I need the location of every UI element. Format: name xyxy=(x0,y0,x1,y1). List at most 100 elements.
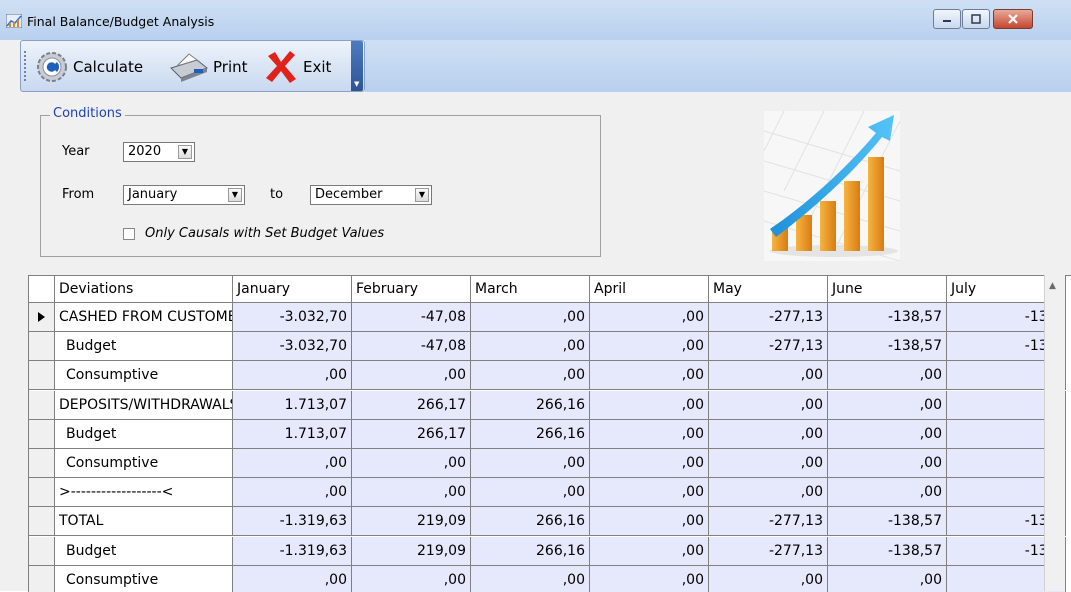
table-row[interactable]: Budget -1.319,63 219,09 266,16,00 -277,13 -13… xyxy=(29,536,1066,566)
table-row[interactable]: DEPOSITS/WITHDRAWALS 1.713,07 266,17 266,16… xyxy=(29,390,1066,420)
row-indicator[interactable] xyxy=(29,419,55,449)
value-cell[interactable]: 266,17 xyxy=(352,390,471,420)
minimize-button[interactable] xyxy=(933,9,961,29)
value-cell[interactable]: ,00 xyxy=(590,390,709,420)
value-cell[interactable]: ,00 xyxy=(352,361,471,391)
value-cell[interactable]: ,00 xyxy=(352,449,471,478)
value-cell[interactable]: ,00 xyxy=(709,478,828,508)
value-cell[interactable]: ,00 xyxy=(352,478,471,508)
deviation-name-cell[interactable]: Consumptive xyxy=(55,565,233,592)
value-cell[interactable]: ,00 xyxy=(709,361,828,391)
value-cell[interactable]: ,00 xyxy=(709,390,828,420)
value-cell[interactable]: 266,16 xyxy=(471,536,590,566)
value-cell[interactable]: ,00 xyxy=(828,419,947,449)
title-bar[interactable]: Final Balance/Budget Analysis xyxy=(0,0,1071,40)
table-row[interactable]: >------------------<,00,00,00,00,00,00, xyxy=(29,478,1066,508)
value-cell[interactable]: ,00 xyxy=(471,361,590,391)
chevron-down-icon[interactable]: ▼ xyxy=(228,188,242,202)
row-indicator[interactable] xyxy=(29,478,55,508)
only-causals-checkbox[interactable] xyxy=(123,228,135,240)
row-indicator[interactable] xyxy=(29,536,55,566)
from-month-select[interactable]: January ▼ xyxy=(123,185,245,205)
table-row[interactable]: Consumptive,00,00,00,00,00,00, xyxy=(29,565,1066,592)
column-header-march[interactable]: March xyxy=(471,276,590,303)
value-cell[interactable]: 266,16 xyxy=(471,419,590,449)
table-row[interactable]: Budget -3.032,70 -47,08,00,00 -277,13 -138,5… xyxy=(29,332,1066,362)
value-cell[interactable]: ,00 xyxy=(590,478,709,508)
deviation-name-cell[interactable]: DEPOSITS/WITHDRAWALS xyxy=(55,390,233,420)
value-cell[interactable]: ,00 xyxy=(471,565,590,592)
value-cell[interactable]: ,00 xyxy=(709,449,828,478)
row-indicator[interactable] xyxy=(29,303,55,332)
value-cell[interactable]: ,00 xyxy=(233,361,352,391)
row-indicator[interactable] xyxy=(29,449,55,478)
value-cell[interactable]: 219,09 xyxy=(352,507,471,537)
value-cell[interactable]: ,00 xyxy=(590,303,709,332)
table-row[interactable]: Consumptive,00,00,00,00,00,00, xyxy=(29,449,1066,478)
to-month-select[interactable]: December ▼ xyxy=(310,185,432,205)
calculate-button[interactable]: Calculate xyxy=(35,41,143,93)
value-cell[interactable]: 266,17 xyxy=(352,419,471,449)
vertical-scrollbar[interactable]: ▲ xyxy=(1044,275,1065,591)
deviation-name-cell[interactable]: Budget xyxy=(55,536,233,566)
column-header-may[interactable]: May xyxy=(709,276,828,303)
value-cell[interactable]: ,00 xyxy=(233,478,352,508)
column-header-june[interactable]: June xyxy=(828,276,947,303)
column-header-january[interactable]: January xyxy=(233,276,352,303)
value-cell[interactable]: ,00 xyxy=(590,565,709,592)
value-cell[interactable]: -138,57 xyxy=(828,536,947,566)
value-cell[interactable]: ,00 xyxy=(590,536,709,566)
scroll-up-icon[interactable]: ▲ xyxy=(1049,281,1056,291)
value-cell[interactable]: -3.032,70 xyxy=(233,303,352,332)
close-button[interactable] xyxy=(993,9,1033,29)
column-header-february[interactable]: February xyxy=(352,276,471,303)
row-indicator[interactable] xyxy=(29,361,55,391)
toolbar-overflow-button[interactable]: ▼ xyxy=(351,41,363,91)
value-cell[interactable]: -277,13 xyxy=(709,303,828,332)
value-cell[interactable]: ,00 xyxy=(590,332,709,362)
deviation-name-cell[interactable]: >------------------< xyxy=(55,478,233,508)
chevron-down-icon[interactable]: ▼ xyxy=(415,188,429,202)
table-row[interactable]: TOTAL -1.319,63 219,09 266,16,00 -277,13 -138… xyxy=(29,507,1066,537)
deviation-name-cell[interactable]: Consumptive xyxy=(55,449,233,478)
value-cell[interactable]: -277,13 xyxy=(709,507,828,537)
value-cell[interactable]: -47,08 xyxy=(352,332,471,362)
value-cell[interactable]: -138,57 xyxy=(828,332,947,362)
table-row[interactable]: Consumptive,00,00,00,00,00,00, xyxy=(29,361,1066,391)
value-cell[interactable]: -47,08 xyxy=(352,303,471,332)
year-select[interactable]: 2020 ▼ xyxy=(123,142,195,162)
value-cell[interactable]: ,00 xyxy=(709,419,828,449)
value-cell[interactable]: -138,57 xyxy=(828,507,947,537)
value-cell[interactable]: ,00 xyxy=(590,449,709,478)
print-button[interactable]: Print xyxy=(167,41,248,93)
deviation-name-cell[interactable]: Budget xyxy=(55,332,233,362)
value-cell[interactable]: ,00 xyxy=(233,449,352,478)
column-header-deviations[interactable]: Deviations xyxy=(55,276,233,303)
value-cell[interactable]: ,00 xyxy=(471,449,590,478)
value-cell[interactable]: 1.713,07 xyxy=(233,390,352,420)
table-row[interactable]: Budget1.713,07266,17266,16,00,00,00, xyxy=(29,419,1066,449)
value-cell[interactable]: ,00 xyxy=(828,390,947,420)
value-cell[interactable]: ,00 xyxy=(590,507,709,537)
value-cell[interactable]: ,00 xyxy=(709,565,828,592)
value-cell[interactable]: -277,13 xyxy=(709,332,828,362)
row-indicator[interactable] xyxy=(29,565,55,592)
row-indicator[interactable] xyxy=(29,390,55,420)
exit-button[interactable]: Exit xyxy=(263,41,331,93)
value-cell[interactable]: 219,09 xyxy=(352,536,471,566)
value-cell[interactable]: ,00 xyxy=(352,565,471,592)
value-cell[interactable]: 266,16 xyxy=(471,390,590,420)
value-cell[interactable]: 1.713,07 xyxy=(233,419,352,449)
value-cell[interactable]: -1.319,63 xyxy=(233,507,352,537)
value-cell[interactable]: -138,57 xyxy=(828,303,947,332)
deviation-name-cell[interactable]: Consumptive xyxy=(55,361,233,391)
value-cell[interactable]: -277,13 xyxy=(709,536,828,566)
column-header-april[interactable]: April xyxy=(590,276,709,303)
toolbar-grip[interactable] xyxy=(24,51,28,81)
value-cell[interactable]: ,00 xyxy=(471,332,590,362)
row-indicator[interactable] xyxy=(29,507,55,537)
value-cell[interactable]: ,00 xyxy=(828,565,947,592)
value-cell[interactable]: ,00 xyxy=(828,478,947,508)
only-causals-label[interactable]: Only Causals with Set Budget Values xyxy=(145,226,384,241)
value-cell[interactable]: ,00 xyxy=(590,361,709,391)
